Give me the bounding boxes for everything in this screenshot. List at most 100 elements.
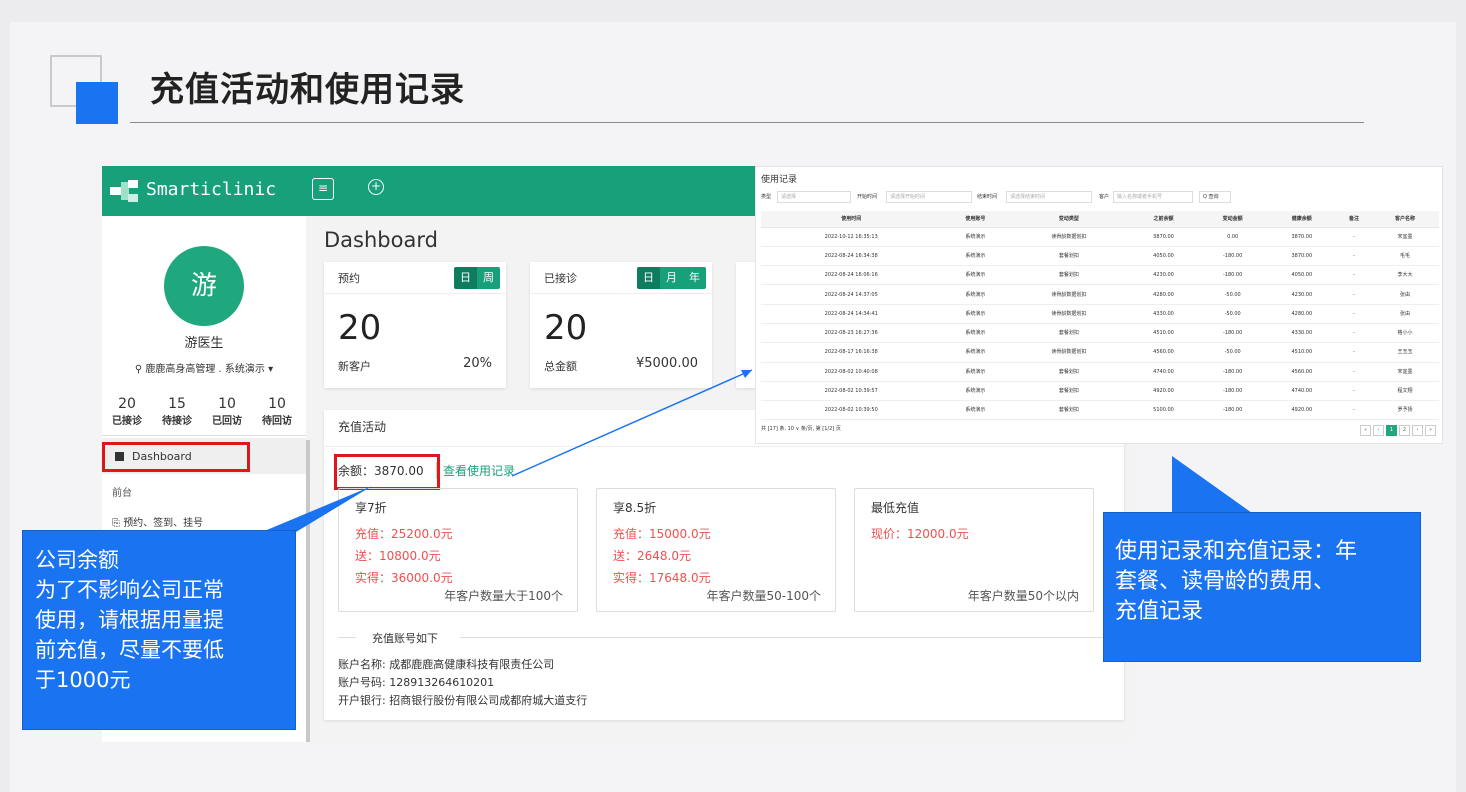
- table-row[interactable]: 2022-08-23 16:27:36 系统演示 套餐划扣 4510.00 -180.0…: [761, 323, 1439, 344]
- table-cell: -180.00: [1198, 381, 1267, 402]
- page-button[interactable]: ›: [1412, 425, 1423, 436]
- end-date-input[interactable]: 请选择结束时间: [1006, 191, 1092, 203]
- table-row[interactable]: 2022-08-02 10:40:08 系统演示 套餐划扣 4740.00 -180.0…: [761, 362, 1439, 382]
- page-button[interactable]: «: [1360, 425, 1371, 436]
- page-button[interactable]: ‹: [1373, 425, 1384, 436]
- sidebar-scrollbar[interactable]: [306, 440, 310, 742]
- table-cell: 2022-10-12 16:35:13: [761, 227, 942, 247]
- column-header: 备注: [1336, 211, 1371, 228]
- app-logo-text: Smarticlinic: [146, 179, 277, 200]
- account-header-text: 充值账号如下: [372, 632, 438, 645]
- table-row[interactable]: 2022-08-02 10:39:57 系统演示 套餐划扣 4920.00 -180.0…: [761, 381, 1439, 402]
- table-row[interactable]: 2022-08-24 16:06:16 系统演示 套餐划扣 4230.00 -180.0…: [761, 265, 1439, 286]
- table-row[interactable]: 2022-08-24 14:34:41 系统演示 读骨龄数据划扣 4330.00 -50…: [761, 304, 1439, 324]
- table-cell: -: [1336, 342, 1371, 363]
- table-cell: 套餐划扣: [1009, 246, 1129, 267]
- table-cell: 4920.00: [1128, 381, 1199, 402]
- column-header: 变动类型: [1009, 211, 1129, 228]
- stat-waiting[interactable]: 15 待接诊: [152, 396, 202, 427]
- toggle-day[interactable]: 日: [454, 267, 477, 289]
- table-body: 2022-10-12 16:35:13 系统演示 读骨龄数据划扣 3870.00 0.0…: [761, 227, 1439, 421]
- table-row[interactable]: 2022-08-24 14:37:05 系统演示 读骨龄数据划扣 4280.00 -50…: [761, 284, 1439, 305]
- table-row[interactable]: 2022-08-24 16:34:38 系统演示 套餐划扣 4050.00 -180.0…: [761, 246, 1439, 267]
- table-row[interactable]: 2022-10-12 16:35:13 系统演示 读骨龄数据划扣 3870.00 0.0…: [761, 227, 1439, 247]
- package-line: 送：2648.0元: [613, 549, 691, 563]
- card-sub-value: 20%: [463, 356, 492, 371]
- usage-record-screenshot: 使用记录 类型 请选择 开始时间 请选择开始时间 结束时间 请选择结束时间 客户…: [755, 166, 1443, 444]
- sidebar-section-label: 前台: [112, 488, 132, 499]
- table-cell: 4280.00: [1266, 304, 1337, 324]
- table-cell: 李大大: [1370, 265, 1439, 286]
- table-cell: 张由: [1370, 284, 1439, 305]
- table-cell: 2022-08-23 16:27:36: [761, 323, 942, 344]
- callout-line: 充值记录: [1115, 599, 1204, 624]
- stat-label: 待回访: [262, 416, 292, 427]
- usage-title: 使用记录: [761, 175, 798, 185]
- toggle-month[interactable]: 月: [660, 267, 683, 289]
- table-cell: -: [1336, 304, 1371, 324]
- period-toggle: 日 月 年: [637, 267, 706, 289]
- table-cell: 2022-08-24 16:06:16: [761, 265, 942, 286]
- recharge-title: 充值活动: [338, 420, 387, 434]
- stat-number: 15: [168, 396, 186, 412]
- card-title: 已接诊: [544, 272, 577, 285]
- callout-line: 于1000元: [35, 668, 131, 692]
- table-cell: -: [1336, 362, 1371, 382]
- table-cell: 系统演示: [941, 400, 1010, 421]
- table-cell: -: [1336, 323, 1371, 344]
- page-button[interactable]: 2: [1399, 425, 1410, 436]
- start-date-input[interactable]: 请选择开始时间: [886, 191, 972, 203]
- plus-circle-icon[interactable]: +: [368, 179, 384, 195]
- toggle-year[interactable]: 年: [683, 267, 706, 289]
- stat-to-visit[interactable]: 10 待回访: [252, 396, 302, 427]
- bank-name: 开户银行: 招商银行股份有限公司成都府城大道支行: [338, 694, 588, 707]
- stat-number: 20: [118, 396, 136, 412]
- menu-icon[interactable]: ≡: [312, 178, 334, 200]
- table-cell: 系统演示: [941, 342, 1010, 363]
- org-selector[interactable]: ⚲ 鹿鹿高身高管理 . 系统演示 ▾: [102, 360, 306, 375]
- pagination: «‹ 1 2 ›»: [1360, 425, 1436, 436]
- package-title: 享7折: [355, 501, 387, 515]
- table-cell: 系统演示: [941, 362, 1010, 382]
- table-row[interactable]: 2022-08-17 16:16:38 系统演示 读骨龄数据划扣 4560.00 -50…: [761, 342, 1439, 363]
- query-button[interactable]: Q 查询: [1199, 191, 1231, 203]
- stat-label: 待接诊: [162, 416, 192, 427]
- avatar[interactable]: 游: [164, 246, 244, 326]
- table-cell: 4920.00: [1266, 400, 1337, 421]
- table-row[interactable]: 2022-08-02 10:39:50 系统演示 套餐划扣 5100.00 -180.0…: [761, 400, 1439, 421]
- package-card[interactable]: 享7折 充值：25200.0元 送：10800.0元 实得：36000.0元 年…: [338, 488, 578, 612]
- table-cell: 读骨龄数据划扣: [1009, 284, 1129, 305]
- toggle-week[interactable]: 周: [477, 267, 500, 289]
- package-card[interactable]: 最低充值 现价：12000.0元 年客户数量50个以内: [854, 488, 1094, 612]
- sidebar-item-appointment[interactable]: ⎘ 预约、签到、挂号: [112, 514, 203, 529]
- callout-line: 前充值，尽量不要低: [35, 638, 224, 662]
- callout-line: 套餐、读骨龄的费用、: [1115, 569, 1336, 594]
- account-number: 账户号码: 128913264610201: [338, 676, 495, 689]
- column-header: 健康余额: [1266, 211, 1337, 228]
- stat-visited[interactable]: 10 已回访: [202, 396, 252, 427]
- package-line: 实得：17648.0元: [613, 571, 711, 585]
- client-search-input[interactable]: 输入名称或者手机号: [1113, 191, 1193, 203]
- table-cell: -: [1336, 227, 1371, 247]
- view-usage-link[interactable]: 查看使用记录: [436, 462, 515, 479]
- type-select[interactable]: 请选择: [777, 191, 851, 203]
- account-name: 账户名称: 成都鹿鹿高健康科技有限责任公司: [338, 658, 555, 671]
- stat-received[interactable]: 20 已接诊: [102, 396, 152, 427]
- divider: [324, 446, 1124, 447]
- pagination-summary: 共 [17] 条, 10 ∨ 条/页, 第 [1/2] 页: [761, 426, 841, 432]
- toggle-day[interactable]: 日: [637, 267, 660, 289]
- sidebar-item-dashboard[interactable]: Dashboard: [102, 442, 250, 472]
- package-card[interactable]: 享8.5折 充值：15000.0元 送：2648.0元 实得：17648.0元 …: [596, 488, 836, 612]
- table-cell: 毛毛: [1370, 246, 1439, 267]
- table-cell: 2022-08-24 16:34:38: [761, 246, 942, 267]
- table-cell: 4280.00: [1128, 284, 1199, 305]
- page-button[interactable]: 1: [1386, 425, 1397, 436]
- table-cell: 4560.00: [1128, 342, 1199, 363]
- card-header: 预约 日 周: [324, 262, 506, 294]
- table-cell: -180.00: [1198, 362, 1267, 382]
- table-cell: -50.00: [1198, 284, 1267, 305]
- package-footnote: 年客户数量50-100个: [706, 589, 821, 603]
- page-button[interactable]: »: [1425, 425, 1436, 436]
- table-cell: 4330.00: [1128, 304, 1199, 324]
- table-cell: 4560.00: [1266, 362, 1337, 382]
